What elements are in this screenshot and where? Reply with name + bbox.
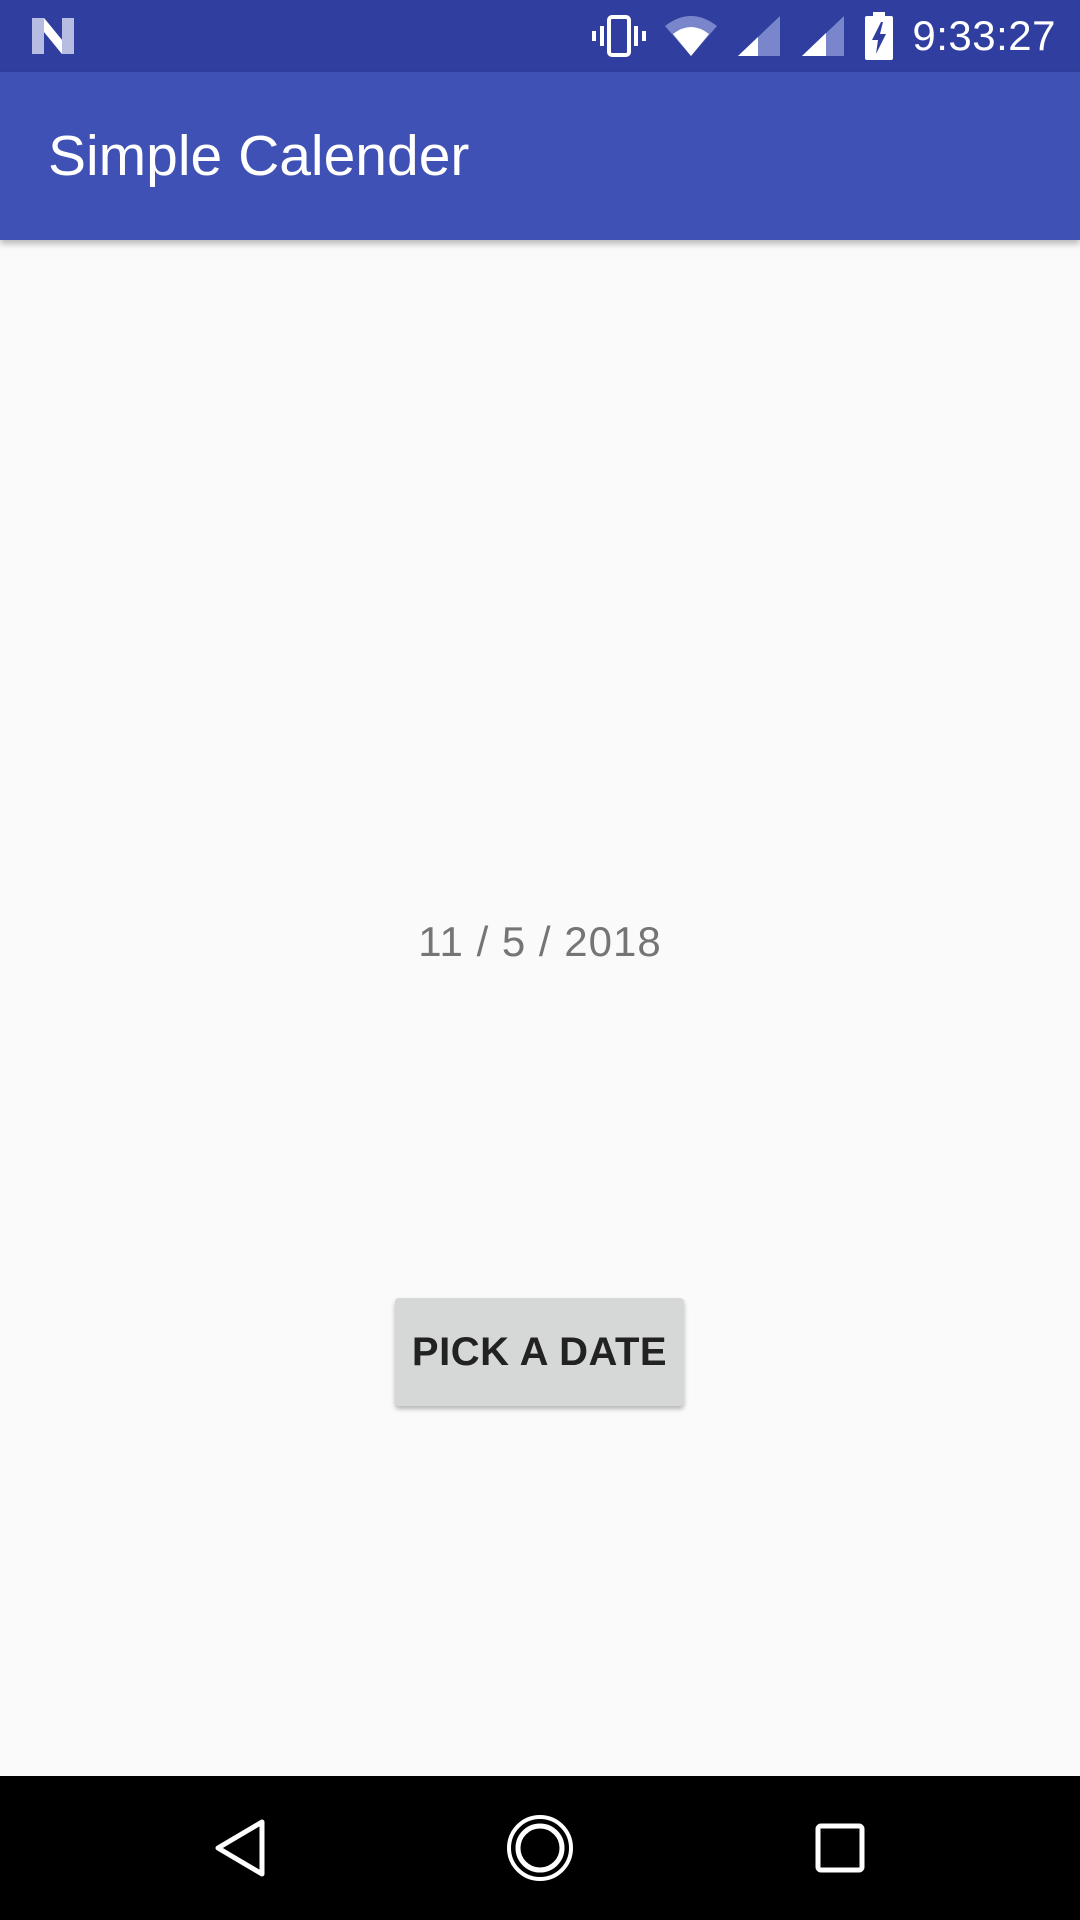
back-button[interactable] [160, 1776, 320, 1920]
signal-icon [738, 16, 781, 56]
signal-icon [802, 16, 845, 56]
back-icon [215, 1819, 265, 1877]
android-n-icon [32, 18, 74, 54]
navigation-bar [0, 1776, 1080, 1920]
recents-icon [815, 1823, 865, 1873]
screen: 9:33:27 Simple Calender 11 / 5 / 2018 PI… [0, 0, 1080, 1920]
app-bar: Simple Calender [0, 72, 1080, 240]
status-bar: 9:33:27 [0, 0, 1080, 72]
selected-date-text: 11 / 5 / 2018 [418, 918, 662, 965]
status-time: 9:33:27 [912, 12, 1056, 59]
home-button[interactable] [460, 1776, 620, 1920]
app-title: Simple Calender [48, 124, 470, 188]
pick-a-date-button[interactable]: PICK A DATE [395, 1298, 684, 1406]
vibrate-icon [592, 15, 647, 57]
status-icons: 9:33:27 [592, 0, 1080, 72]
wifi-icon [665, 16, 718, 56]
home-icon [507, 1815, 573, 1881]
recents-button[interactable] [760, 1776, 920, 1920]
battery-charging-icon [865, 12, 894, 60]
